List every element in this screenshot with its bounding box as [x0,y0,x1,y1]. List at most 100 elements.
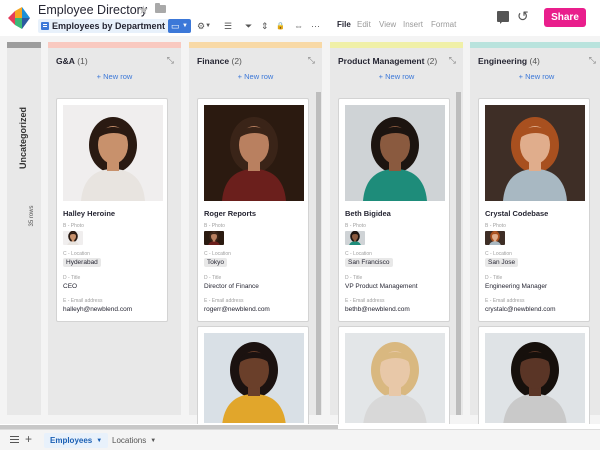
photo-field-label: B - Photo [345,223,366,229]
employee-name: Halley Heroine [63,209,116,218]
location-chip: Tokyo [204,258,227,267]
department-column[interactable]: G&A (1) ⤡ + New row Halley Heroine B - P… [48,42,181,415]
portrait-image [485,333,585,423]
view-selector[interactable]: Employees by Department ▼ [38,19,177,33]
history-icon[interactable]: ↺ [517,8,529,25]
column-header[interactable]: Finance (2) [197,56,242,66]
column-header[interactable]: Engineering (4) [478,56,540,66]
employee-card[interactable]: Beth Bigidea B - Photo C - Location San … [338,98,450,322]
employee-card[interactable]: Crystal Codebase B - Photo C - Location … [478,98,590,322]
job-title: CEO [63,283,78,290]
link-icon[interactable]: ⇔ [294,19,303,33]
collapse-icon[interactable]: ⤡ [589,55,596,66]
folder-icon[interactable] [155,3,166,13]
menu-edit[interactable]: Edit [357,20,371,29]
new-row-button[interactable]: + New row [330,72,463,81]
department-column[interactable]: Product Management (2) ⤡ + New row Beth … [330,42,463,424]
new-row-button[interactable]: + New row [48,72,181,81]
location-field-label: C - Location [204,251,231,257]
collapse-icon[interactable]: ⤡ [308,55,315,66]
portrait-image [345,231,365,245]
employee-photo [345,333,445,423]
employee-card[interactable] [478,326,590,424]
widget-options-button[interactable]: ⚙ ▼ [197,19,211,33]
new-row-button[interactable]: + New row [470,72,600,81]
column-count: (1) [77,56,88,66]
employee-card[interactable]: Roger Reports B - Photo C - Location Tok… [197,98,309,322]
portrait-image [345,105,445,201]
employee-name: Roger Reports [204,209,257,218]
menu-icon[interactable] [10,436,19,443]
location-field-label: C - Location [345,251,372,257]
card-view-icon [41,22,49,30]
sort-icon[interactable]: ⇕ [261,19,269,33]
column-color-bar [470,42,600,48]
email-address: crystalc@newblend.com [485,306,556,313]
employee-card[interactable]: Halley Heroine B - Photo C - Location Hy… [56,98,168,322]
tab-locations[interactable]: Locations ▼ [106,433,162,448]
column-count: (2) [426,56,438,66]
card-widget-icon: ▭ [171,20,180,31]
portrait-image [204,105,304,201]
add-page-icon[interactable]: + [25,432,32,446]
menu-format[interactable]: Format [431,20,456,29]
column-scrollbar[interactable] [456,92,461,415]
photo-thumbnail [204,231,224,245]
comment-icon[interactable] [497,11,509,24]
title-field-label: D - Title [63,275,81,281]
page-tabs-bar: + Employees ▼ Locations ▼ [0,429,600,450]
card-board: Uncategorized 35 rows G&A (1) ⤡ + New ro… [0,36,600,424]
job-title: VP Product Management [345,283,418,290]
email-address: bethb@newblend.com [345,306,410,313]
job-title: Director of Finance [204,283,259,290]
tab-employees[interactable]: Employees ▼ [44,433,109,448]
filter-icon[interactable]: ⏷ [245,19,252,33]
chevron-down-icon: ▼ [182,23,188,29]
column-name: Product Management [338,56,425,66]
lock-icon[interactable]: 🔒 [276,19,285,33]
photo-thumbnail [485,231,505,245]
employee-card[interactable] [197,326,309,424]
uncategorized-row-count: 35 rows [29,205,35,227]
collapse-icon[interactable]: ⤡ [167,55,174,66]
employee-photo [204,105,304,201]
column-header[interactable]: Product Management (2) [338,56,437,66]
photo-field-label: B - Photo [63,223,84,229]
employee-photo [63,105,163,201]
new-row-button[interactable]: + New row [189,72,322,81]
widget-type-button[interactable]: ▭ ▼ [168,19,191,33]
department-column[interactable]: Finance (2) ⤡ + New row Roger Reports B … [189,42,322,424]
column-name: Engineering [478,56,528,66]
uncategorized-column[interactable]: Uncategorized 35 rows [7,42,41,415]
star-icon[interactable]: ★ [138,3,149,17]
location-chip: Hyderabad [63,258,101,267]
uncategorized-label: Uncategorized [18,107,28,170]
column-scrollbar[interactable] [316,92,321,415]
location-field-label: C - Location [485,251,512,257]
employee-card[interactable] [338,326,450,424]
location-chip: San Francisco [345,258,393,267]
share-button[interactable]: Share [544,8,586,27]
more-icon[interactable]: ··· [311,19,320,33]
photo-thumbnail [63,231,83,245]
menu-insert[interactable]: Insert [403,20,423,29]
column-color-bar [48,42,181,48]
photo-thumbnail [345,231,365,245]
tab-label: Employees [50,436,93,445]
photo-field-label: B - Photo [485,223,506,229]
department-column[interactable]: Engineering (4) ⤡ + New row Crystal Code… [470,42,600,424]
email-field-label: E - Email address [63,298,103,304]
portrait-image [63,231,83,245]
collapse-icon[interactable]: ⤡ [449,55,456,66]
column-color-bar [330,42,463,48]
column-header[interactable]: G&A (1) [56,56,88,66]
menu-view[interactable]: View [379,20,396,29]
location-chip: San Jose [485,258,519,267]
portrait-image [485,231,505,245]
app-logo-icon[interactable] [8,7,30,29]
menu-file[interactable]: File [337,20,351,29]
title-field-label: D - Title [485,275,503,281]
list-icon[interactable]: ☰ [224,19,232,33]
document-title[interactable]: Employee Directory [38,3,147,17]
view-selector-label: Employees by Department [52,21,166,31]
